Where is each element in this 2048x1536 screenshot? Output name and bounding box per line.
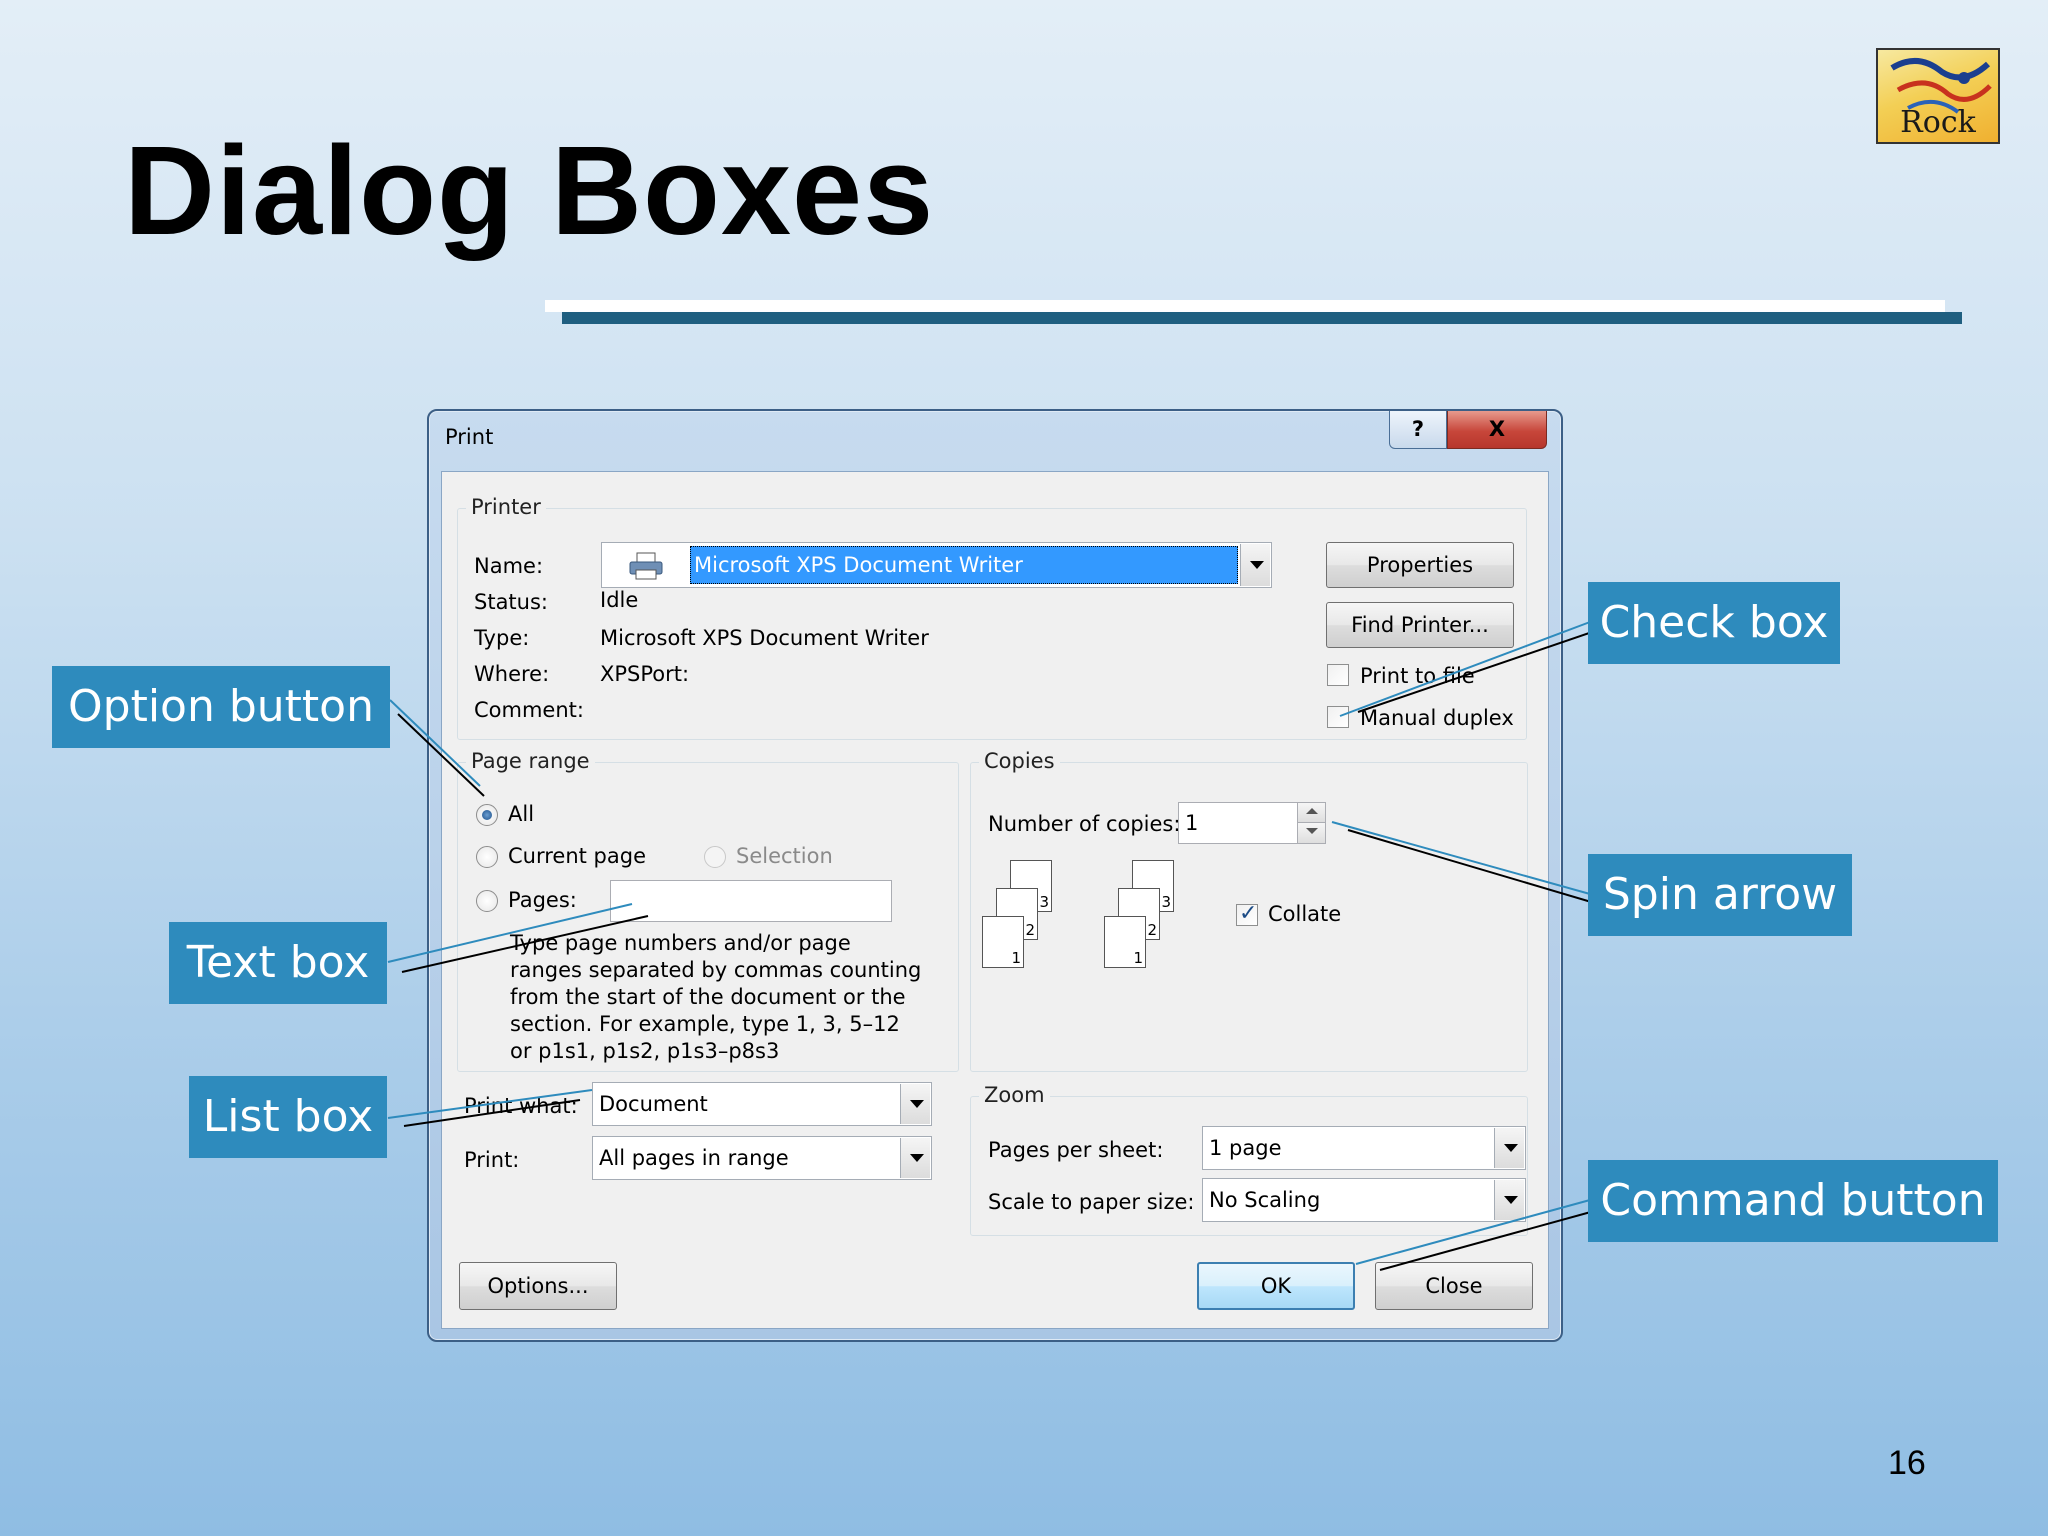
spin-arrow-callout: Spin arrow (1588, 854, 1852, 936)
list-box-callout: List box (189, 1076, 387, 1158)
check-box-callout: Check box (1588, 582, 1840, 664)
callout-leader-lines (387, 621, 1599, 1271)
text-box-callout: Text box (169, 922, 387, 1004)
command-button-callout: Command button (1588, 1160, 1998, 1242)
option-button-callout: Option button (52, 666, 390, 748)
